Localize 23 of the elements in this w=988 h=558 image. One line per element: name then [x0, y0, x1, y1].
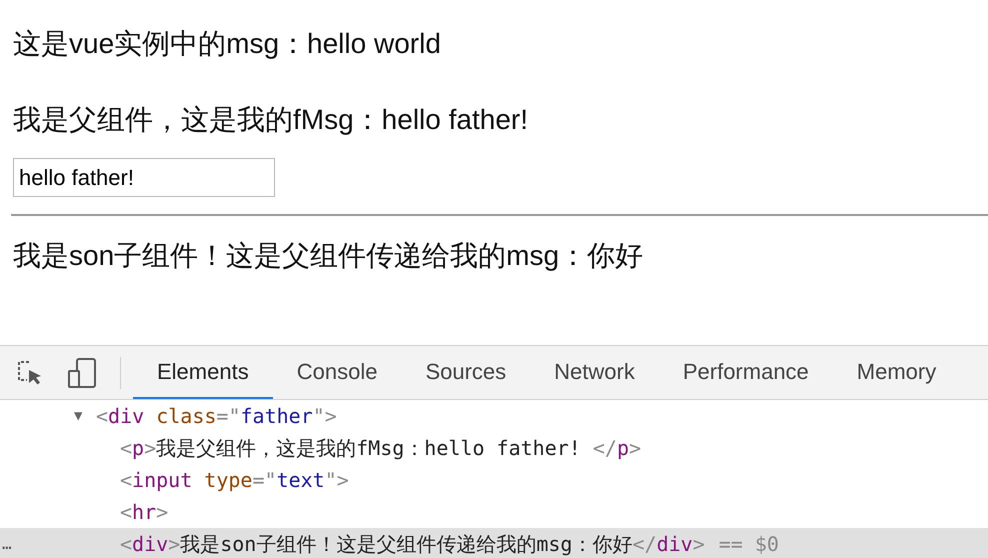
devtools-tab[interactable]: Sources: [401, 346, 530, 399]
text-input[interactable]: hello father!: [13, 158, 275, 197]
devtools-tab[interactable]: Network: [530, 346, 659, 399]
code-text: <input type="text">: [120, 467, 349, 494]
devtools-tab[interactable]: Elements: [133, 346, 273, 399]
device-icon[interactable]: [67, 356, 97, 388]
node-reference: == $0: [718, 531, 779, 558]
devtools-tab[interactable]: Performance: [658, 346, 833, 399]
dom-line[interactable]: <hr>: [0, 496, 988, 528]
dom-line[interactable]: ▼ <div class="father">: [0, 400, 988, 432]
ellipsis-text[interactable]: …: [0, 532, 12, 556]
code-text: <hr>: [120, 499, 168, 526]
expand-arrow[interactable]: ▼: [74, 406, 96, 426]
code-text: <p>我是父组件，这是我的fMsg：hello father! </p>: [120, 435, 642, 462]
code-text: <div class="father">: [96, 403, 337, 430]
dom-line[interactable]: <input type="text">: [0, 464, 988, 496]
paragraph: 这是vue实例中的msg：hello world: [13, 27, 441, 61]
devtools-tab[interactable]: Memory: [832, 346, 960, 399]
paragraph: 我是父组件，这是我的fMsg：hello father!: [13, 103, 528, 137]
dom-line[interactable]: <p>我是父组件，这是我的fMsg：hello father! </p>: [0, 432, 988, 464]
devtools-tab[interactable]: Console: [272, 346, 402, 399]
paragraph: 我是son子组件！这是父组件传递给我的msg：你好: [13, 239, 644, 273]
code-text: <div>我是son子组件！这是父组件传递给我的msg：你好</div>: [120, 531, 705, 558]
